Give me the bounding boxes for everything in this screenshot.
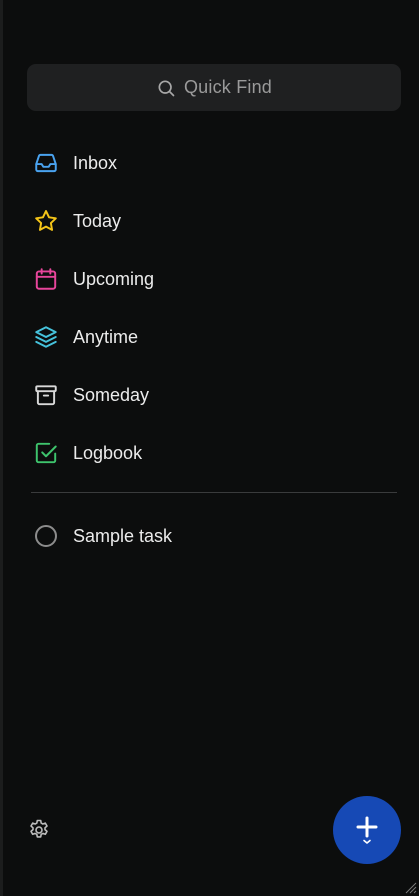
star-icon: [33, 208, 59, 234]
nav-item-logbook[interactable]: Logbook: [33, 424, 393, 482]
nav-label-upcoming: Upcoming: [73, 268, 155, 289]
checkbox-icon: [33, 440, 59, 466]
calendar-icon: [33, 266, 59, 292]
task-label: Sample task: [73, 525, 173, 546]
settings-button[interactable]: [27, 818, 51, 842]
nav-label-logbook: Logbook: [73, 442, 143, 463]
gear-icon: [27, 818, 51, 842]
task-checkbox[interactable]: [35, 525, 57, 547]
nav-label-today: Today: [73, 210, 122, 231]
search-icon: [156, 78, 176, 98]
task-item[interactable]: Sample task: [33, 520, 172, 552]
quick-find-search[interactable]: Quick Find: [27, 64, 401, 111]
nav-label-inbox: Inbox: [73, 152, 118, 173]
nav-list: Inbox Today Upcoming Anytime Someday Log…: [33, 134, 393, 482]
resize-grip-icon[interactable]: [403, 880, 417, 894]
archive-icon: [33, 382, 59, 408]
add-task-button[interactable]: [333, 796, 401, 864]
search-placeholder: Quick Find: [183, 77, 273, 97]
layers-icon: [33, 324, 59, 350]
nav-item-someday[interactable]: Someday: [33, 366, 393, 424]
plus-icon: [352, 813, 382, 847]
nav-item-inbox[interactable]: Inbox: [33, 134, 393, 192]
nav-item-upcoming[interactable]: Upcoming: [33, 250, 393, 308]
inbox-icon: [33, 150, 59, 176]
nav-label-anytime: Anytime: [73, 326, 139, 347]
divider: [31, 492, 397, 493]
nav-label-someday: Someday: [73, 384, 150, 405]
nav-item-today[interactable]: Today: [33, 192, 393, 250]
nav-item-anytime[interactable]: Anytime: [33, 308, 393, 366]
app-sidebar: Quick Find Inbox Today Upcoming Anytime …: [0, 0, 419, 896]
